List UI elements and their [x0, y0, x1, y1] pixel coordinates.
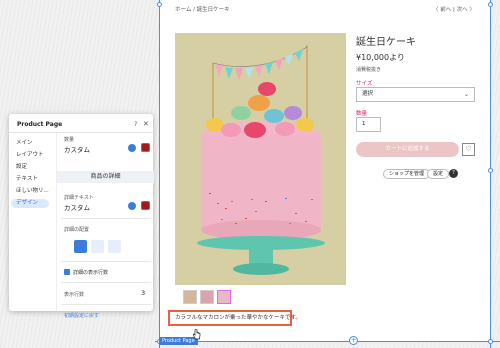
close-icon[interactable]: ✕ [143, 120, 149, 128]
resize-handle-top-left[interactable] [157, 2, 162, 7]
details-text-color-swatch[interactable] [141, 201, 150, 210]
section-header-product-details: 商品の詳細 [57, 171, 154, 183]
tax-note: 消費税抜き [356, 67, 382, 73]
nav-item-settings[interactable]: 設定 [11, 163, 49, 172]
quantity-color-swatch[interactable] [141, 143, 150, 152]
nav-item-design[interactable]: デザイン [11, 199, 49, 208]
product-page-settings-panel: Product Page ? ✕ メイン レイアウト 設定 テキスト ほしい物リ… [9, 114, 201, 340]
breadcrumb[interactable]: ホーム / 誕生日ケーキ [175, 5, 230, 13]
line-limit-label: 詳細の表示行数 [73, 270, 109, 276]
quantity-style-value: カスタム [64, 146, 90, 154]
reset-to-default-link[interactable]: 初期設定に戻す [64, 312, 99, 319]
details-text-style-value: カスタム [64, 204, 90, 212]
add-to-cart-button[interactable]: カートに追加する [356, 142, 459, 157]
divider [61, 261, 151, 262]
size-select-value: 選択 [362, 91, 374, 97]
lines-count-value[interactable]: 3 [141, 289, 145, 297]
size-select[interactable]: 選択 ⌄ [356, 87, 475, 102]
product-image[interactable] [175, 33, 346, 285]
selection-guide-left [159, 0, 160, 348]
align-center-icon[interactable] [91, 240, 104, 253]
nav-item-wishlist[interactable]: ほしい物リ... [11, 187, 49, 196]
panel-help-icon[interactable]: ? [134, 121, 137, 128]
quantity-field-label: 数量 [64, 137, 75, 143]
size-label: サイズ [356, 81, 373, 87]
cake-illustration [175, 33, 346, 285]
lines-count-label: 表示行数 [64, 292, 85, 298]
resize-handle-right[interactable] [488, 168, 493, 173]
add-section-handle[interactable]: + [349, 336, 358, 345]
product-price: ¥10,000より [356, 53, 405, 62]
quantity-input[interactable]: 1 [356, 117, 381, 132]
selection-guide-right [490, 0, 491, 348]
info-icon[interactable] [128, 202, 136, 210]
nav-item-main[interactable]: メイン [11, 139, 49, 148]
nav-item-layout[interactable]: レイアウト [11, 151, 49, 160]
divider [61, 282, 151, 283]
align-right-icon[interactable] [108, 240, 121, 253]
wishlist-heart-icon[interactable]: ♡ [462, 143, 475, 156]
panel-content: 数量 カスタム 商品の詳細 詳細テキスト カスタム 詳細の配置 詳細の表示行数 … [56, 133, 201, 340]
thumbnail-1[interactable] [183, 290, 197, 304]
panel-title: Product Page [17, 121, 63, 128]
details-text-label: 詳細テキスト [64, 195, 94, 201]
resize-handle-top-right[interactable] [488, 2, 493, 7]
thumbnail-3[interactable] [217, 290, 231, 304]
quantity-label: 数量 [356, 111, 368, 117]
line-limit-checkbox[interactable] [64, 269, 70, 275]
manage-shop-button[interactable]: ショップを管理 [383, 169, 431, 179]
info-icon[interactable] [128, 144, 136, 152]
prev-next-pager[interactable]: 〈 前へ | 次へ 〉 [433, 5, 475, 13]
hand-cursor-icon [192, 329, 201, 343]
product-description[interactable]: カラフルなマカロンが乗った華やかなケーキです。 [168, 310, 301, 326]
product-title: 誕生日ケーキ [356, 37, 416, 48]
chevron-down-icon: ⌄ [463, 91, 469, 98]
settings-button[interactable]: 設定 [427, 169, 450, 179]
divider [61, 304, 151, 305]
thumbnail-2[interactable] [200, 290, 214, 304]
selection-guide-bottom [155, 341, 500, 342]
alignment-label: 詳細の配置 [64, 227, 90, 233]
resize-handle-bottom-right[interactable] [488, 339, 493, 344]
align-left-icon[interactable] [74, 240, 87, 253]
divider [61, 218, 151, 219]
help-icon[interactable]: ? [449, 169, 458, 178]
nav-item-text[interactable]: テキスト [11, 175, 49, 184]
